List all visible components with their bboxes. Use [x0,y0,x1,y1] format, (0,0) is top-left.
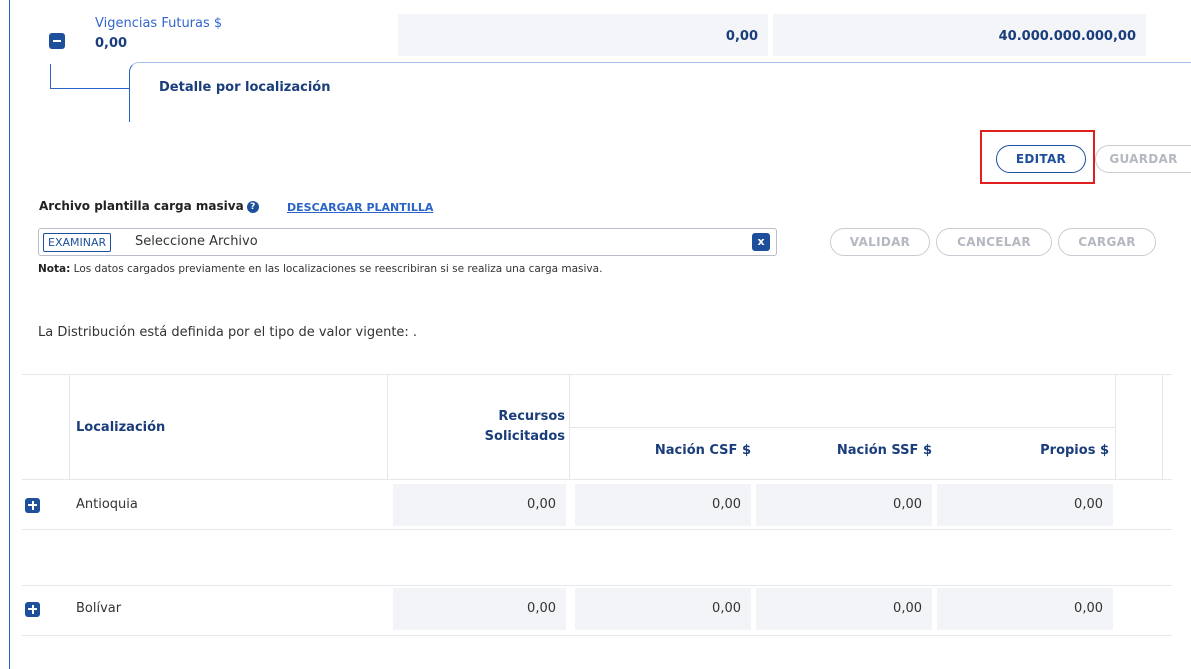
vigencias-cell-2: 40.000.000.000,00 [773,14,1146,56]
tree-connector [50,88,130,89]
header-recursos: Recursos [498,409,565,424]
nota-label: Nota: [38,263,71,275]
table-row: Bolívar 0,00 0,00 0,00 0,00 [22,586,1172,636]
tree-connector [129,88,130,116]
header-nacion-ssf: Nación SSF $ [836,443,932,458]
cell-nacion-csf: 0,00 [575,588,751,630]
download-template-link[interactable]: DESCARGAR PLANTILLA [287,201,433,214]
upload-label-text: Archivo plantilla carga masiva [39,199,244,213]
header-nacion-csf: Nación CSF $ [654,443,751,458]
cell-nacion-csf: 0,00 [575,484,751,526]
cell-nacion-ssf: 0,00 [756,588,932,630]
vigencias-label: Vigencias Futuras $ [95,16,223,31]
header-recursos-2: Solicitados [484,429,565,444]
row-localizacion: Antioquia [76,497,138,512]
detail-title: Detalle por localización [159,80,331,95]
cell-propios: 0,00 [937,588,1113,630]
row-localizacion: Bolívar [76,601,122,616]
expand-icon[interactable] [25,602,40,617]
table-row: Antioquia 0,00 0,00 0,00 0,00 [22,480,1172,530]
examinar-button[interactable]: EXAMINAR [43,233,112,252]
file-input[interactable]: EXAMINAR Seleccione Archivo x [38,228,777,256]
validar-button[interactable]: VALIDAR [830,228,930,256]
vigencias-cell-1: 0,00 [398,14,768,56]
table-row [22,530,1172,586]
nota-body: Los datos cargados previamente en las lo… [73,263,603,275]
header-localizacion: Localización [76,420,166,435]
cell-propios: 0,00 [937,484,1113,526]
distribucion-text: La Distribución está definida por el tip… [38,325,418,340]
vigencias-value: 0,00 [95,36,128,51]
help-icon[interactable]: ? [246,201,259,213]
cell-recursos: 0,00 [393,588,566,630]
cell-nacion-ssf: 0,00 [756,484,932,526]
tree-connector [50,64,51,88]
editar-button[interactable]: EDITAR [996,145,1086,173]
nota-text: Nota: Los datos cargados previamente en … [38,263,602,275]
upload-label: Archivo plantilla carga masiva? [39,199,259,213]
guardar-button[interactable]: GUARDAR [1095,145,1191,173]
expand-icon[interactable] [25,498,40,513]
cell-recursos: 0,00 [393,484,566,526]
table-header: Localización Recursos Solicitados Nación… [22,374,1172,480]
cargar-button[interactable]: CARGAR [1058,228,1156,256]
collapse-icon[interactable] [49,33,65,49]
header-propios: Propios $ [1040,443,1109,458]
clear-file-icon[interactable]: x [752,233,770,251]
file-placeholder: Seleccione Archivo [135,234,258,249]
cancelar-button[interactable]: CANCELAR [936,228,1052,256]
